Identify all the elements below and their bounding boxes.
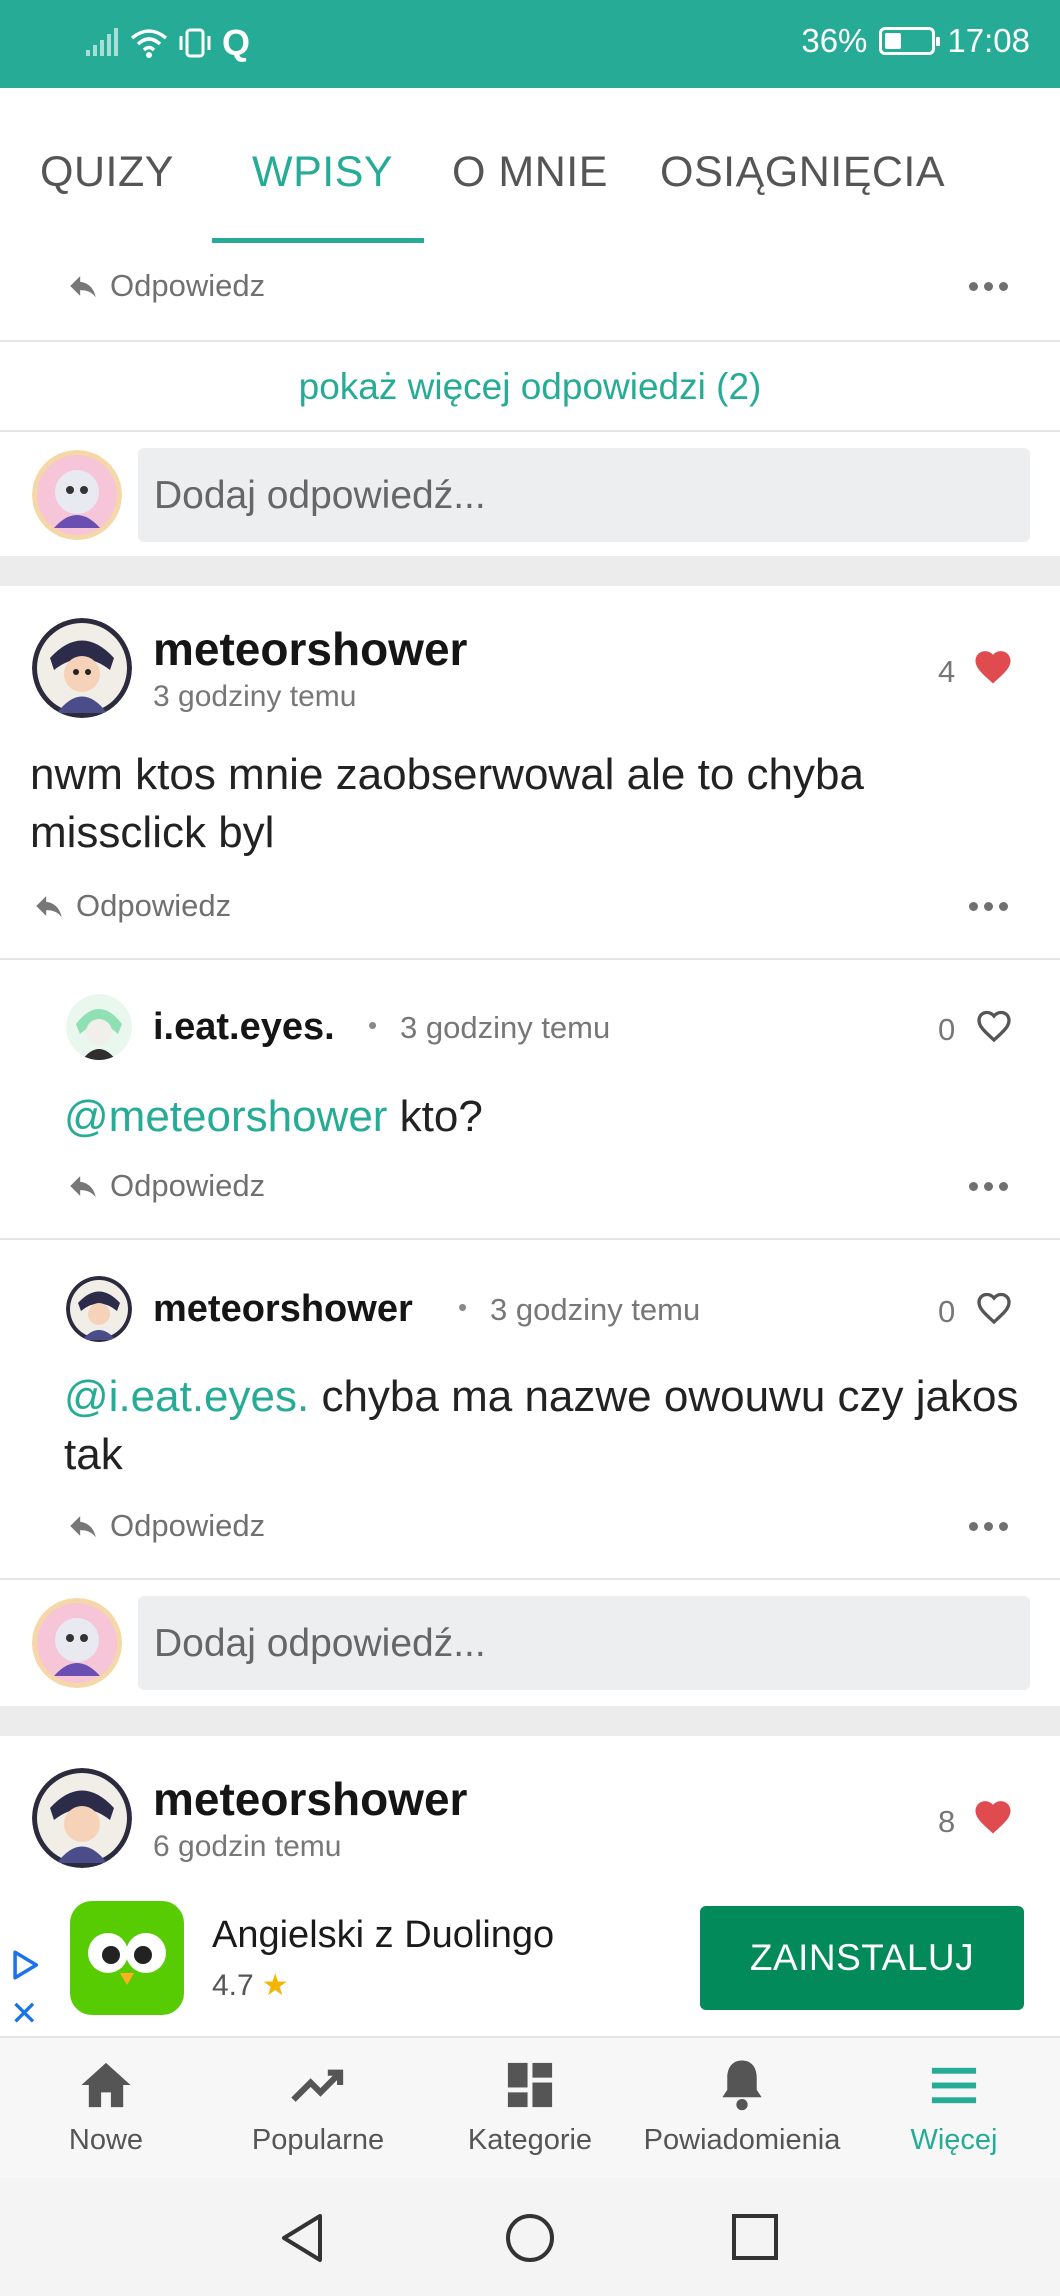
nav-item-wiecej[interactable]: Więcej xyxy=(848,2058,1060,2157)
ad-rating: 4.7 ★ xyxy=(212,1968,289,2003)
reply-button[interactable]: Odpowiedz xyxy=(66,268,265,304)
more-options-button[interactable] xyxy=(969,1182,1008,1191)
add-reply-input[interactable]: Dodaj odpowiedź... xyxy=(138,448,1030,542)
current-user-avatar xyxy=(32,450,122,540)
nav-item-popularne[interactable]: Popularne xyxy=(212,2058,424,2157)
reply-button[interactable]: Odpowiedz xyxy=(32,888,231,924)
ad-banner[interactable]: ✕ Angielski z Duolingo 4.7 ★ ZAINSTALUJ xyxy=(0,1886,1060,2036)
signal-icon xyxy=(86,28,118,56)
current-user-avatar xyxy=(32,1598,122,1688)
comment-author-avatar[interactable] xyxy=(66,1276,132,1342)
app-notification-icon: Q xyxy=(222,22,251,63)
tab-osiagniecia[interactable]: OSIĄGNIĘCIA xyxy=(660,148,945,197)
comment-text: @i.eat.eyes. chyba ma nazwe owouwu czy j… xyxy=(64,1372,1019,1479)
add-reply-input[interactable]: Dodaj odpowiedź... xyxy=(138,1596,1030,1690)
show-more-replies-link[interactable]: pokaż więcej odpowiedzi (2) xyxy=(0,366,1060,408)
comment-author-avatar[interactable] xyxy=(66,994,132,1060)
bell-icon xyxy=(722,2060,762,2111)
comment-timestamp: 3 godziny temu xyxy=(400,1010,611,1045)
divider xyxy=(0,1238,1060,1240)
status-bar: Q 36% 17:08 xyxy=(0,0,1060,88)
mention-link[interactable]: @meteorshower xyxy=(64,1092,387,1141)
post-username[interactable]: meteorshower xyxy=(153,622,467,676)
reply-button[interactable]: Odpowiedz xyxy=(66,1508,265,1544)
post-author-avatar[interactable] xyxy=(32,1768,132,1868)
tab-wpisy[interactable]: WPISY xyxy=(252,148,393,197)
more-options-button[interactable] xyxy=(969,902,1008,911)
bottom-navigation: Nowe Popularne Kategorie Powiadomienia W… xyxy=(0,2036,1060,2178)
post-like-count: 8 xyxy=(938,1804,956,1839)
status-icons: Q xyxy=(86,22,250,64)
comment-like-count: 0 xyxy=(938,1012,956,1047)
recents-square-icon[interactable] xyxy=(730,2212,780,2264)
nav-item-kategorie[interactable]: Kategorie xyxy=(424,2058,636,2157)
nav-item-nowe[interactable]: Nowe xyxy=(0,2058,212,2157)
separator-dot: • xyxy=(368,1010,378,1040)
close-ad-icon[interactable]: ✕ xyxy=(10,1994,39,2034)
vibrate-icon xyxy=(179,28,211,58)
active-tab-indicator xyxy=(212,238,424,243)
trending-icon xyxy=(291,2069,344,2102)
separator-dot: • xyxy=(458,1292,468,1322)
post-author-avatar[interactable] xyxy=(32,618,132,718)
comment-like-count: 0 xyxy=(938,1294,956,1329)
post-text: nwm ktos mnie zaobserwowal ale to chyba … xyxy=(30,750,864,857)
reply-arrow-icon xyxy=(70,1516,96,1538)
post-like-count: 4 xyxy=(938,654,956,689)
wifi-icon xyxy=(130,29,168,58)
divider xyxy=(0,958,1060,960)
reply-arrow-icon xyxy=(36,896,62,918)
categories-icon xyxy=(507,2062,553,2108)
system-navigation-bar xyxy=(0,2178,1060,2296)
ad-title: Angielski z Duolingo xyxy=(212,1914,555,1956)
heart-filled-icon[interactable] xyxy=(972,646,1014,686)
comment-text: @meteorshower kto? xyxy=(64,1092,483,1141)
post-timestamp: 6 godzin temu xyxy=(153,1830,342,1863)
more-options-button[interactable] xyxy=(969,1522,1008,1531)
nav-item-powiadomienia[interactable]: Powiadomienia xyxy=(636,2058,848,2157)
home-circle-icon[interactable] xyxy=(504,2212,556,2264)
section-gap xyxy=(0,556,1060,586)
divider xyxy=(0,430,1060,432)
battery-icon xyxy=(879,27,941,55)
heart-outline-icon[interactable] xyxy=(974,1288,1014,1326)
ad-choices-icon[interactable] xyxy=(8,1948,42,1982)
battery-percent: 36% xyxy=(801,22,868,59)
back-triangle-icon[interactable] xyxy=(278,2212,328,2264)
post-timestamp: 3 godziny temu xyxy=(153,680,357,713)
tab-quizy[interactable]: QUIZY xyxy=(40,148,174,197)
clock: 17:08 xyxy=(947,22,1030,59)
comment-username[interactable]: meteorshower xyxy=(153,1288,413,1331)
heart-outline-icon[interactable] xyxy=(974,1006,1014,1044)
install-button[interactable]: ZAINSTALUJ xyxy=(700,1906,1024,2010)
home-icon xyxy=(81,2062,131,2108)
reply-button[interactable]: Odpowiedz xyxy=(66,1168,265,1204)
divider xyxy=(0,1578,1060,1580)
comment-timestamp: 3 godziny temu xyxy=(490,1292,701,1327)
section-gap xyxy=(0,1706,1060,1736)
more-options-button[interactable] xyxy=(969,282,1008,291)
tab-o-mnie[interactable]: O MNIE xyxy=(452,148,608,197)
profile-tabs: QUIZY WPISY O MNIE OSIĄGNIĘCIA xyxy=(0,88,1060,244)
comment-username[interactable]: i.eat.eyes. xyxy=(153,1006,335,1049)
heart-filled-icon[interactable] xyxy=(972,1796,1014,1836)
menu-icon xyxy=(931,2067,977,2104)
reply-arrow-icon xyxy=(70,276,96,298)
divider xyxy=(0,340,1060,342)
star-icon: ★ xyxy=(261,1969,289,2002)
mention-link[interactable]: @i.eat.eyes. xyxy=(64,1372,309,1421)
duolingo-logo-icon xyxy=(70,1901,184,2015)
post-username[interactable]: meteorshower xyxy=(153,1772,467,1826)
reply-arrow-icon xyxy=(70,1176,96,1198)
